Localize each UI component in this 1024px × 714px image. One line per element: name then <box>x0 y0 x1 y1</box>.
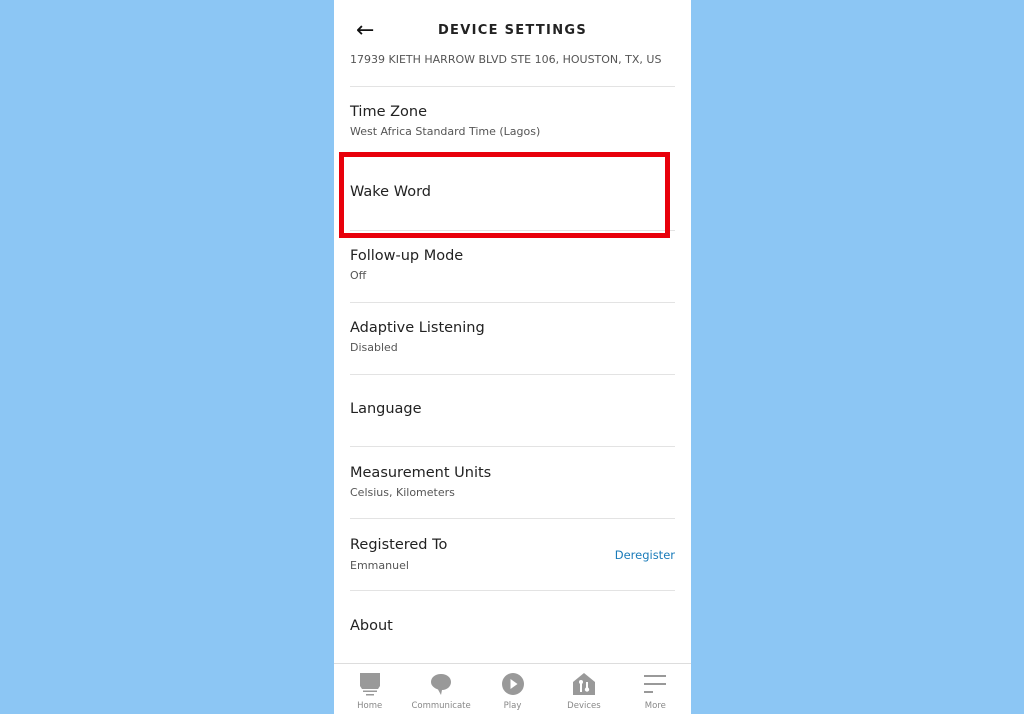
device-address: 17939 KIETH HARROW BLVD STE 106, HOUSTON… <box>350 53 662 66</box>
nav-label: Play <box>503 701 522 711</box>
play-icon <box>501 673 524 695</box>
nav-label: More <box>644 701 666 711</box>
row-subtitle: Celsius, Kilometers <box>350 486 455 499</box>
row-title: Registered To <box>350 537 448 553</box>
row-title: Language <box>350 401 422 417</box>
row-subtitle: Disabled <box>350 341 398 354</box>
setting-adaptive-listening[interactable]: Adaptive Listening Disabled <box>334 303 691 375</box>
row-title: Time Zone <box>350 104 428 120</box>
row-title: Follow-up Mode <box>350 248 464 264</box>
row-subtitle: Emmanuel <box>350 559 409 572</box>
nav-more[interactable]: More <box>620 664 691 714</box>
deregister-link[interactable]: Deregister <box>615 548 675 562</box>
nav-label: Home <box>357 701 383 711</box>
nav-home[interactable]: Home <box>334 664 405 714</box>
chat-bubble-icon <box>431 674 452 695</box>
nav-label: Communicate <box>411 701 471 711</box>
row-title: Adaptive Listening <box>350 320 485 336</box>
home-icon <box>359 673 380 696</box>
row-title: Measurement Units <box>350 465 492 481</box>
row-title: About <box>350 618 393 634</box>
page-title: DEVICE SETTINGS <box>437 23 588 38</box>
setting-time-zone[interactable]: Time Zone West Africa Standard Time (Lag… <box>334 87 691 159</box>
nav-communicate[interactable]: Communicate <box>405 664 476 714</box>
row-subtitle: Off <box>350 269 367 282</box>
nav-devices[interactable]: Devices <box>548 664 619 714</box>
nav-label: Devices <box>567 701 601 711</box>
devices-house-icon <box>572 673 595 695</box>
wake-word-highlight-box <box>339 152 670 238</box>
menu-icon <box>644 675 667 693</box>
setting-measurement-units[interactable]: Measurement Units Celsius, Kilometers <box>334 447 691 519</box>
setting-about[interactable]: About <box>334 591 691 663</box>
row-subtitle: West Africa Standard Time (Lagos) <box>350 125 541 138</box>
phone-screen: ← DEVICE SETTINGS 17939 KIETH HARROW BLV… <box>334 0 691 714</box>
bottom-nav: Home Communicate Play Devices More <box>334 663 691 714</box>
setting-language[interactable]: Language <box>334 375 691 447</box>
nav-play[interactable]: Play <box>477 664 548 714</box>
setting-follow-up-mode[interactable]: Follow-up Mode Off <box>334 231 691 303</box>
